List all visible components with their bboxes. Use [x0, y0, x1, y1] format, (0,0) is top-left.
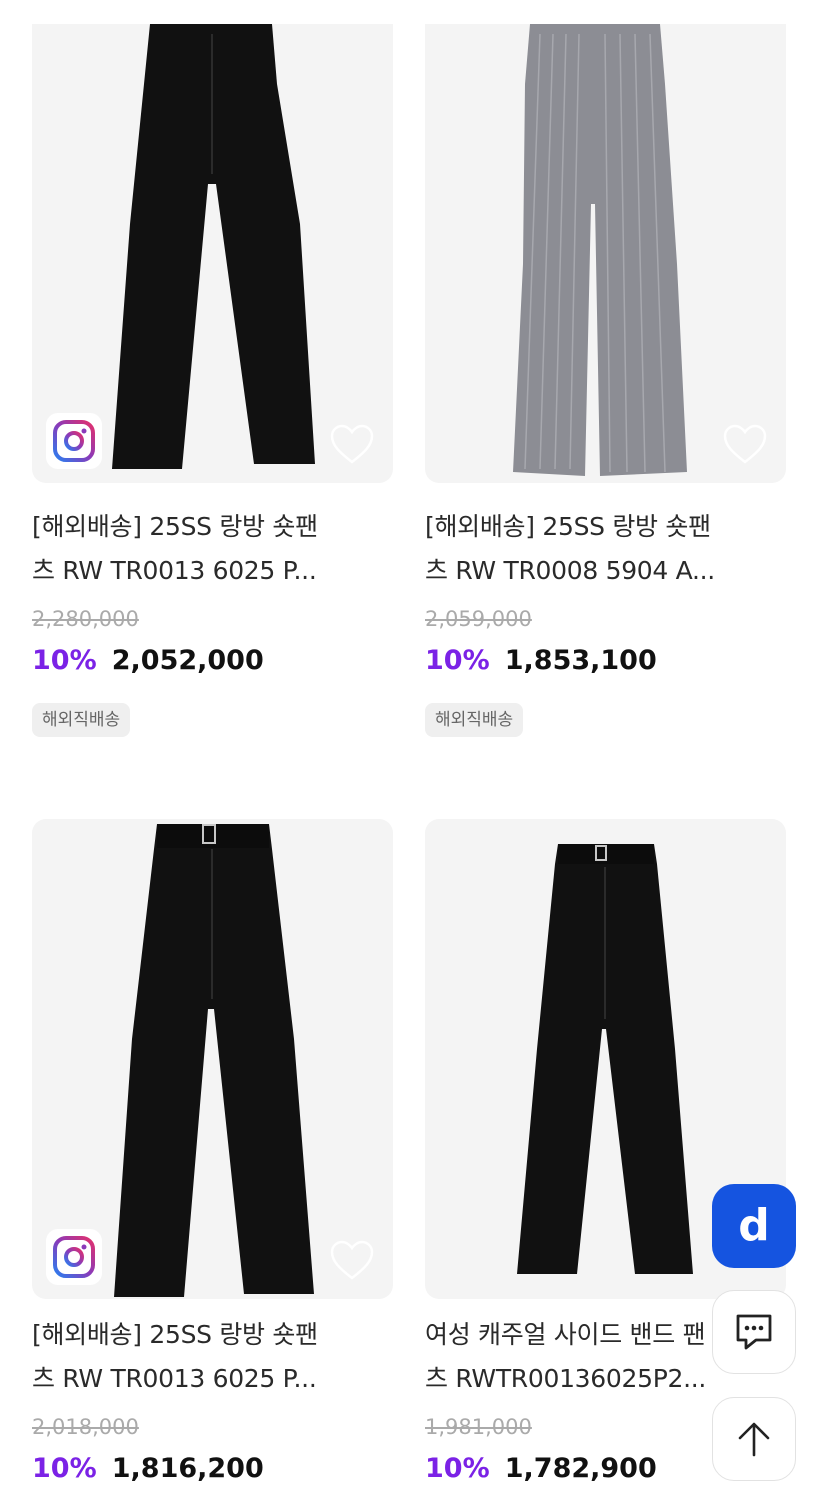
- heart-icon[interactable]: [329, 1239, 375, 1281]
- black-trousers-image: [114, 824, 314, 1297]
- discount-rate: 10%: [32, 1453, 97, 1484]
- shipping-badge: 해외직배송: [32, 703, 131, 737]
- app-shortcut-button[interactable]: d: [712, 1184, 796, 1268]
- instagram-icon[interactable]: [46, 1229, 102, 1285]
- product-card[interactable]: [해외배송] 25SS 랑방 숏팬 츠 RW TR0013 6025 P... …: [32, 819, 393, 1487]
- discount-rate: 10%: [32, 645, 97, 676]
- price-row: 10% 1,853,100: [425, 643, 786, 679]
- sale-price: 1,782,900: [504, 1453, 657, 1484]
- shipping-badge: 해외직배송: [425, 703, 524, 737]
- product-title[interactable]: [해외배송] 25SS 랑방 숏팬 츠 RW TR0013 6025 P...: [32, 505, 393, 593]
- price-row: 10% 1,816,200: [32, 1451, 393, 1487]
- heart-icon[interactable]: [329, 423, 375, 465]
- product-image[interactable]: [32, 819, 393, 1299]
- gray-pleated-trousers-image: [513, 24, 687, 476]
- product-card[interactable]: 여성 캐주얼 사이드 밴드 팬 츠 RWTR00136025P2... 1,98…: [425, 819, 786, 1487]
- chat-button[interactable]: [712, 1290, 796, 1374]
- sale-price: 1,816,200: [111, 1453, 264, 1484]
- chat-icon: [736, 1314, 772, 1350]
- product-image[interactable]: [32, 24, 393, 483]
- sale-price: 2,052,000: [111, 645, 264, 676]
- original-price: 2,059,000: [425, 607, 532, 631]
- product-card[interactable]: [해외배송] 25SS 랑방 숏팬 츠 RW TR0008 5904 A... …: [425, 24, 786, 737]
- product-title[interactable]: [해외배송] 25SS 랑방 숏팬 츠 RW TR0008 5904 A...: [425, 505, 786, 593]
- original-price: 2,280,000: [32, 607, 139, 631]
- product-card[interactable]: [해외배송] 25SS 랑방 숏팬 츠 RW TR0013 6025 P... …: [32, 24, 393, 737]
- instagram-icon[interactable]: [46, 413, 102, 469]
- price-row: 10% 2,052,000: [32, 643, 393, 679]
- original-price: 2,018,000: [32, 1415, 139, 1439]
- sale-price: 1,853,100: [504, 645, 657, 676]
- scroll-top-button[interactable]: [712, 1397, 796, 1481]
- discount-rate: 10%: [425, 1453, 490, 1484]
- arrow-up-icon: [738, 1422, 770, 1457]
- product-image[interactable]: [425, 24, 786, 483]
- product-title[interactable]: [해외배송] 25SS 랑방 숏팬 츠 RW TR0013 6025 P...: [32, 1313, 393, 1401]
- app-logo-label: d: [738, 1200, 770, 1251]
- discount-rate: 10%: [425, 645, 490, 676]
- heart-icon[interactable]: [722, 423, 768, 465]
